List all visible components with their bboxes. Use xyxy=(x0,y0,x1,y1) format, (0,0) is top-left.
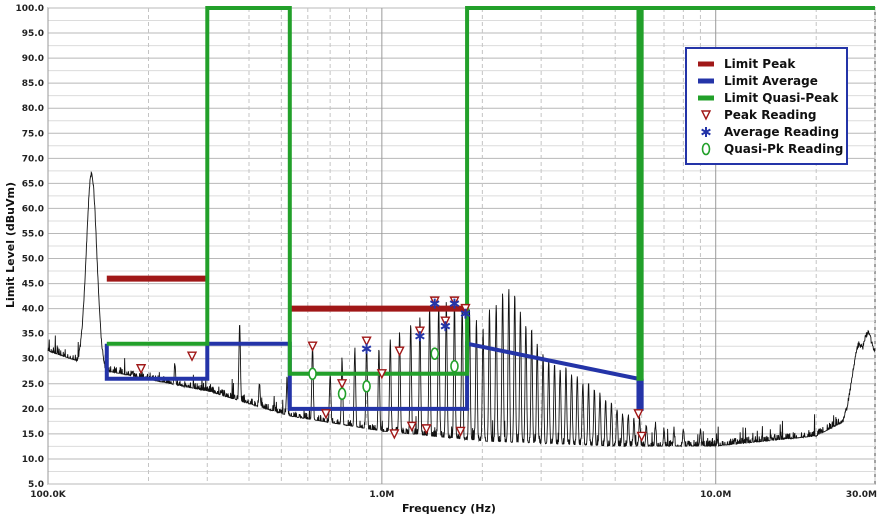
legend: Limit Peak Limit Average Limit Quasi-Peak P… xyxy=(685,47,848,165)
y-tick-label: 75.0 xyxy=(22,129,44,139)
y-tick-label: 15.0 xyxy=(22,430,44,440)
legend-swatch-quasi-pk-reading xyxy=(701,142,711,156)
y-tick-label: 60.0 xyxy=(22,204,44,214)
y-tick-label: 45.0 xyxy=(22,280,44,290)
y-tick-label: 90.0 xyxy=(22,54,44,64)
x-tick-label: 1.0M xyxy=(369,490,394,500)
y-tick-label: 100.0 xyxy=(16,4,44,14)
quasi-pk-readingmarker xyxy=(362,379,371,393)
y-tick-label: 55.0 xyxy=(22,229,44,239)
x-tick-label: 100.0K xyxy=(30,490,66,500)
quasi-pk-readingmarker xyxy=(308,367,317,381)
emi-chart: 5.0 10.0 15.0 20.0 25.0 30.0 35.0 40.0 45.0 50.0 5… xyxy=(4,4,877,515)
y-tick-labels: 5.0 10.0 15.0 20.0 25.0 30.0 35.0 40.0 45.0 50.0 5… xyxy=(16,4,44,490)
x-tick-label: 30.0M xyxy=(846,490,877,500)
legend-label-quasi-pk-reading: Quasi-Pk Reading xyxy=(724,142,843,156)
quasi-pk-readingmarker xyxy=(450,359,459,373)
y-tick-label: 35.0 xyxy=(22,330,44,340)
y-tick-label: 80.0 xyxy=(22,104,44,114)
y-tick-label: 65.0 xyxy=(22,179,44,189)
x-tick-label: 10.0M xyxy=(700,490,731,500)
x-tick-labels: 100.0K 1.0M 10.0M 30.0M xyxy=(30,490,877,500)
y-tick-label: 85.0 xyxy=(22,79,44,89)
y-tick-label: 20.0 xyxy=(22,405,44,415)
legend-label-average-reading: Average Reading xyxy=(724,125,839,139)
y-tick-label: 70.0 xyxy=(22,154,44,164)
y-tick-label: 30.0 xyxy=(22,355,44,365)
quasi-pk-readingmarker xyxy=(430,347,440,361)
legend-label-peak-reading: Peak Reading xyxy=(724,108,817,122)
y-tick-label: 40.0 xyxy=(22,305,44,315)
legend-label-limit-quasi-peak: Limit Quasi-Peak xyxy=(724,91,839,105)
x-axis-title: Frequency (Hz) xyxy=(402,502,496,515)
legend-label-limit-average: Limit Average xyxy=(724,74,818,88)
legend-label-limit-peak: Limit Peak xyxy=(724,57,796,71)
y-axis-title: Limit Level (dBuVm) xyxy=(4,182,17,308)
y-tick-label: 95.0 xyxy=(22,29,44,39)
y-tick-label: 50.0 xyxy=(22,255,44,265)
y-tick-label: 10.0 xyxy=(22,455,44,465)
y-tick-label: 5.0 xyxy=(28,480,44,490)
quasi-pk-readingmarker xyxy=(337,387,347,401)
y-tick-label: 25.0 xyxy=(22,380,44,390)
